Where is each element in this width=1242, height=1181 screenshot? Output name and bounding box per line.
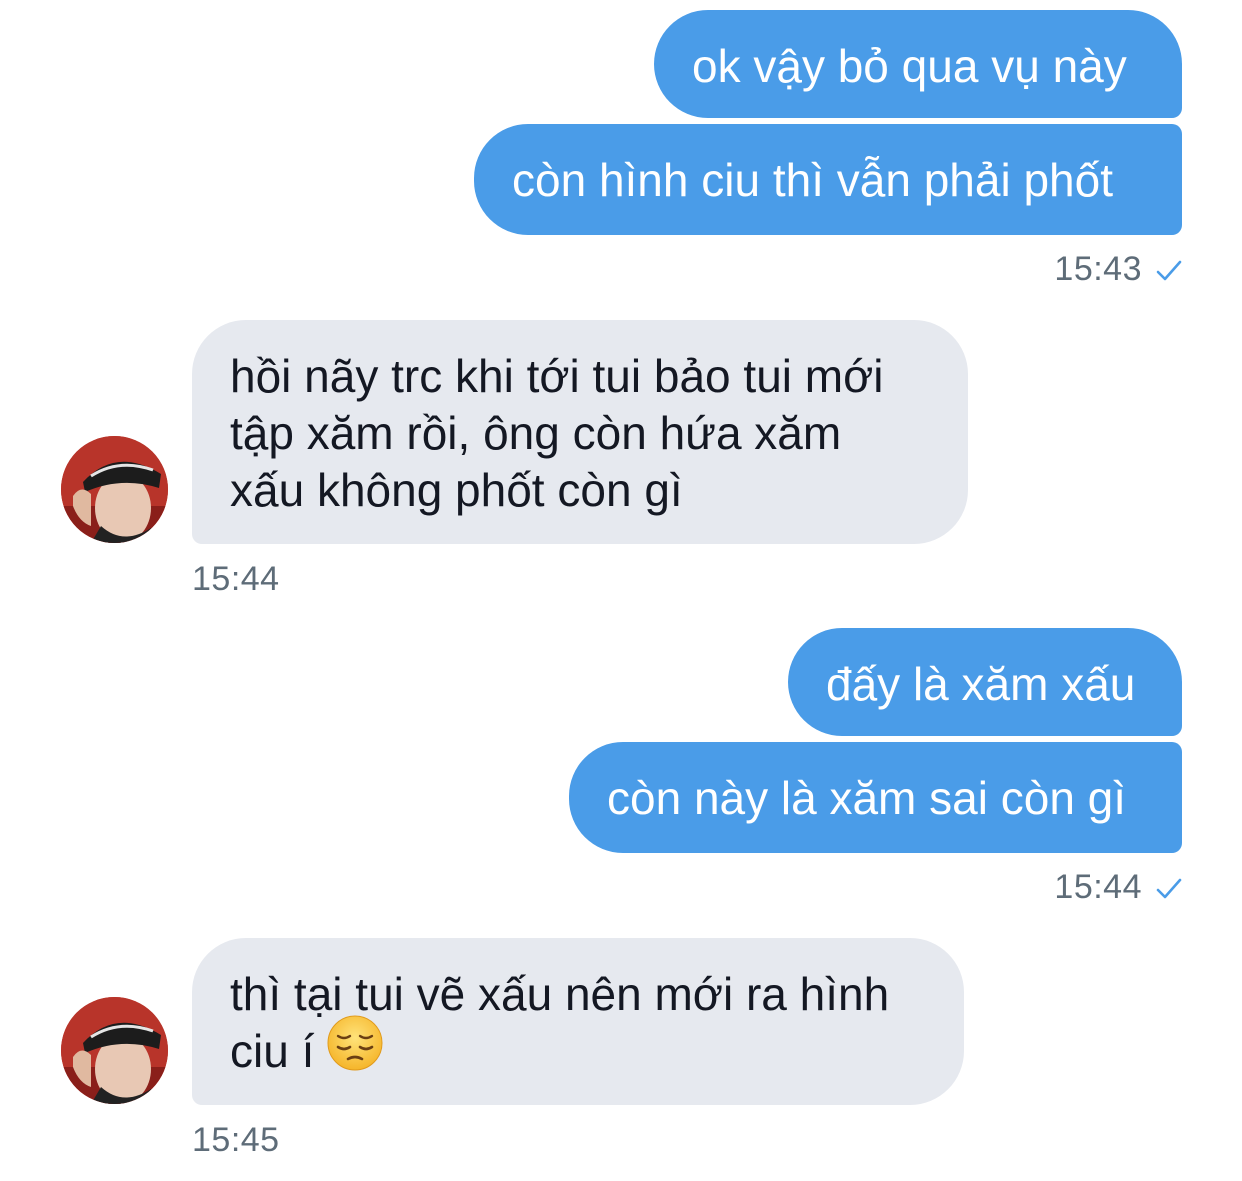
message-text-line: ciu í xyxy=(230,1015,926,1085)
message-text-line: xấu không phốt còn gì xyxy=(230,464,683,516)
timestamp-text: 15:45 xyxy=(192,1121,280,1159)
message-timestamp: 15:43 xyxy=(1054,250,1182,291)
outgoing-message-bubble[interactable]: còn này là xăm sai còn gì xyxy=(569,742,1182,853)
avatar-image xyxy=(61,436,168,543)
message-text-line: hồi nãy trc khi tới tui bảo tui mới xyxy=(230,350,884,402)
timestamp-text: 15:43 xyxy=(1054,250,1142,288)
message-text: ok vậy bỏ qua vụ này xyxy=(692,40,1127,92)
message-timestamp: 15:44 xyxy=(1054,868,1182,909)
message-timestamp: 15:44 xyxy=(192,560,280,599)
incoming-message-bubble[interactable]: thì tại tui vẽ xấu nên mới ra hình ciu í xyxy=(192,938,964,1105)
message-text-line: tập xăm rồi, ông còn hứa xăm xyxy=(230,407,842,459)
contact-avatar[interactable] xyxy=(61,997,168,1104)
message-text: đấy là xăm xấu xyxy=(826,658,1136,710)
avatar-image xyxy=(61,997,168,1104)
outgoing-message-bubble[interactable]: còn hình ciu thì vẫn phải phốt xyxy=(474,124,1182,235)
message-timestamp: 15:45 xyxy=(192,1121,280,1160)
outgoing-message-bubble[interactable]: đấy là xăm xấu xyxy=(788,628,1182,736)
timestamp-text: 15:44 xyxy=(1054,868,1142,906)
message-text: còn hình ciu thì vẫn phải phốt xyxy=(512,154,1113,206)
contact-avatar[interactable] xyxy=(61,436,168,543)
outgoing-message-bubble[interactable]: ok vậy bỏ qua vụ này xyxy=(654,10,1182,118)
incoming-message-bubble[interactable]: hồi nãy trc khi tới tui bảo tui mới tập … xyxy=(192,320,968,544)
pensive-face-emoji xyxy=(326,1014,384,1085)
check-icon xyxy=(1156,870,1182,909)
message-text: còn này là xăm sai còn gì xyxy=(607,772,1127,824)
check-icon xyxy=(1156,252,1182,291)
timestamp-text: 15:44 xyxy=(192,560,280,598)
message-text: ciu í xyxy=(230,1025,315,1077)
